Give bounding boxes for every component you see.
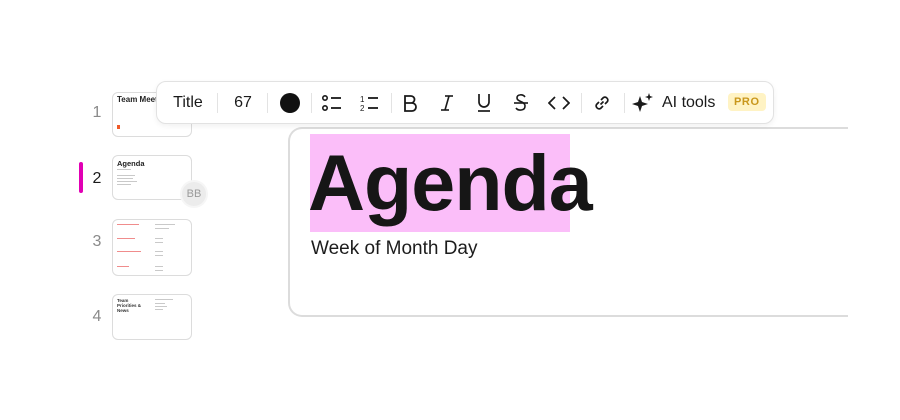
toolbar-divider	[391, 93, 392, 113]
thumbnail-line	[155, 242, 163, 243]
thumbnail-line	[117, 224, 139, 225]
thumbnail-title: Team Priorities & News	[117, 298, 142, 313]
toolbar-divider	[311, 93, 312, 113]
toolbar-divider	[624, 93, 625, 113]
thumbnail-line	[155, 224, 175, 225]
thumbnail-line	[117, 181, 137, 182]
bulleted-list-icon	[322, 94, 341, 111]
thumbnail-line	[155, 251, 163, 252]
thumbnail-line	[155, 303, 165, 304]
italic-button[interactable]	[433, 82, 461, 123]
thumbnail-line	[155, 228, 169, 229]
toolbar-divider	[267, 93, 268, 113]
sparkle-icon	[632, 92, 653, 112]
slide-thumbnail-3[interactable]	[112, 219, 192, 276]
slide-number-3: 3	[92, 233, 102, 250]
thumbnail-line	[117, 266, 129, 267]
thumbnail-line	[117, 251, 141, 252]
formatting-toolbar: Title 67 1 2 AI tools PRO	[156, 81, 774, 124]
slide-number-1: 1	[92, 104, 102, 121]
active-slide-indicator	[79, 162, 83, 193]
thumbnail-line	[117, 184, 131, 185]
svg-text:1: 1	[360, 95, 365, 104]
thumbnail-line	[155, 270, 163, 271]
thumbnail-line	[117, 175, 135, 176]
text-style-dropdown[interactable]: Title	[165, 82, 211, 123]
numbered-list-icon: 1 2	[360, 95, 378, 112]
slide-number-4: 4	[92, 308, 102, 325]
thumbnail-line	[155, 266, 163, 267]
strikethrough-button[interactable]	[507, 82, 535, 123]
code-button[interactable]	[543, 82, 575, 123]
link-icon	[595, 95, 609, 110]
thumbnail-accent-mark	[117, 125, 120, 129]
code-icon	[548, 95, 570, 110]
text-color-button[interactable]	[275, 82, 305, 123]
color-swatch	[280, 92, 300, 113]
bold-button[interactable]	[396, 82, 424, 123]
thumbnail-title: Agenda	[117, 159, 145, 168]
thumbnail-line	[117, 178, 133, 179]
italic-icon	[441, 94, 453, 111]
thumbnail-line	[155, 255, 163, 256]
collaborator-avatar[interactable]: BB	[180, 180, 208, 208]
ai-tools-label: AI tools	[662, 93, 716, 111]
slide-subtitle[interactable]: Week of Month Day	[311, 238, 478, 260]
pro-badge: PRO	[728, 93, 766, 111]
toolbar-divider	[217, 93, 218, 113]
numbered-list-button[interactable]: 1 2	[354, 82, 384, 123]
underline-icon	[478, 93, 490, 112]
font-size-field[interactable]: 67	[225, 82, 261, 123]
underline-button[interactable]	[470, 82, 498, 123]
bulleted-list-button[interactable]	[317, 82, 347, 123]
thumbnail-line	[155, 299, 173, 300]
svg-text:2: 2	[360, 104, 365, 112]
thumbnail-line	[117, 238, 135, 239]
thumbnail-line	[155, 238, 163, 239]
ai-tools-button[interactable]: AI tools	[631, 82, 723, 123]
strikethrough-icon	[514, 93, 528, 111]
thumbnail-line	[155, 306, 167, 307]
toolbar-divider	[581, 93, 582, 113]
slide-title[interactable]: Agenda	[308, 134, 593, 232]
slide-thumbnail-4[interactable]: Team Priorities & News	[112, 294, 192, 340]
link-button[interactable]	[587, 82, 617, 123]
thumbnail-line	[117, 169, 131, 170]
bold-icon	[404, 94, 417, 112]
thumbnail-line	[155, 309, 163, 310]
slide-number-2: 2	[92, 170, 102, 187]
